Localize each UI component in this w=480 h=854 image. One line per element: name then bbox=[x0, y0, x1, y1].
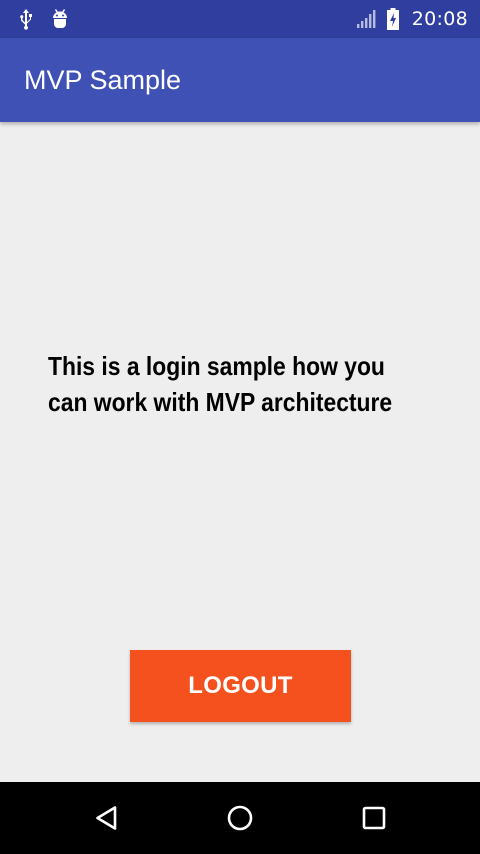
app-title: MVP Sample bbox=[24, 65, 182, 95]
app-bar: MVP Sample bbox=[0, 38, 480, 122]
back-button[interactable] bbox=[83, 794, 131, 842]
recents-button[interactable] bbox=[350, 794, 398, 842]
status-bar: 20:08 bbox=[0, 0, 480, 38]
navigation-bar bbox=[0, 782, 480, 854]
home-button[interactable] bbox=[216, 794, 264, 842]
signal-icon bbox=[356, 9, 378, 29]
main-content: This is a login sample how you can work … bbox=[0, 122, 480, 782]
status-time: 20:08 bbox=[411, 8, 468, 30]
home-icon bbox=[225, 803, 255, 833]
status-notification-icons bbox=[16, 7, 70, 31]
status-system-icons: 20:08 bbox=[356, 0, 468, 38]
logout-button[interactable]: LOGOUT bbox=[130, 650, 351, 722]
battery-charging-icon bbox=[386, 7, 400, 31]
back-icon bbox=[92, 803, 122, 833]
recents-icon bbox=[359, 803, 389, 833]
android-debug-icon bbox=[50, 7, 70, 31]
usb-icon bbox=[16, 7, 36, 31]
info-message: This is a login sample how you can work … bbox=[48, 351, 393, 417]
